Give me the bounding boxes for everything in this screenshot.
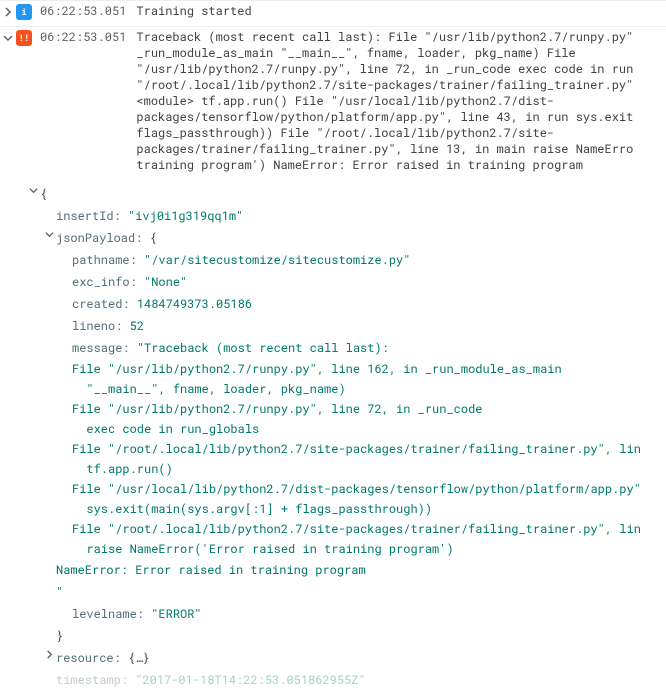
json-value: {…} [128, 648, 150, 668]
json-key: message: [72, 338, 130, 358]
json-value: 1484749373.05186 [137, 294, 252, 314]
collapse-toggle[interactable] [26, 186, 40, 195]
open-brace: { [40, 184, 47, 204]
expand-toggle[interactable] [0, 4, 16, 20]
open-brace: { [150, 228, 157, 248]
traceback-endquote: " [56, 582, 63, 602]
log-entry[interactable]: !! 06:22:53.051 Traceback (most recent c… [0, 26, 666, 179]
json-key: resource: [56, 648, 121, 668]
timestamp: 06:22:53.051 [40, 29, 136, 45]
collapse-toggle[interactable] [0, 30, 16, 46]
severity-badge-info: i [16, 4, 32, 20]
collapse-toggle[interactable] [42, 230, 56, 239]
traceback-line: File "/usr/lib/python2.7/runpy.py", line… [72, 359, 666, 379]
traceback-line: sys.exit(main(sys.argv[:1] + flags_passt… [72, 499, 666, 519]
traceback-line: File "/usr/local/lib/python2.7/dist-pack… [72, 479, 666, 499]
json-key: created: [72, 294, 130, 314]
json-key: jsonPayload: [56, 228, 142, 248]
json-key: lineno: [72, 316, 122, 336]
field-created[interactable]: created: 1484749373.05186 [72, 293, 666, 315]
field-insertid[interactable]: insertId: "ivj0i1g319qq1m" [56, 205, 666, 227]
json-key: exc_info: [72, 272, 137, 292]
close-brace: } [56, 626, 63, 646]
log-message: Traceback (most recent call last): File … [136, 29, 666, 173]
traceback-block: File "/usr/lib/python2.7/runpy.py", line… [72, 359, 666, 603]
log-entry[interactable]: i 06:22:53.051 Training started [0, 0, 666, 26]
field-jsonpayload[interactable]: jsonPayload: { [56, 227, 666, 249]
field-resource[interactable]: resource: {…} [56, 647, 666, 669]
field-pathname[interactable]: pathname: "/var/sitecustomize/sitecustom… [72, 249, 666, 271]
traceback-line: raise NameError('Error raised in trainin… [72, 539, 666, 559]
traceback-line: tf.app.run() [72, 459, 666, 479]
expanded-payload: { insertId: "ivj0i1g319qq1m" jsonPayload… [0, 179, 666, 691]
json-value: "2017-01-18T14:22:53.051862955Z" [135, 670, 365, 690]
json-value: "ivj0i1g319qq1m" [128, 206, 243, 226]
severity-letter: i [21, 7, 26, 18]
traceback-line: File "/usr/lib/python2.7/runpy.py", line… [72, 399, 666, 419]
traceback-line: File "/root/.local/lib/python2.7/site-pa… [72, 519, 666, 539]
field-levelname[interactable]: levelname: "ERROR" [72, 603, 666, 625]
json-key: pathname: [72, 250, 137, 270]
traceback-line: "__main__", fname, loader, pkg_name) [72, 379, 666, 399]
json-key: timestamp: [56, 670, 128, 690]
severity-letter: !! [19, 33, 30, 44]
json-key: insertId: [56, 206, 121, 226]
json-value: "ERROR" [151, 604, 201, 624]
field-timestamp[interactable]: timestamp: "2017-01-18T14:22:53.05186295… [56, 669, 666, 691]
field-excinfo[interactable]: exc_info: "None" [72, 271, 666, 293]
field-lineno[interactable]: lineno: 52 [72, 315, 666, 337]
traceback-line: File "/root/.local/lib/python2.7/site-pa… [72, 439, 666, 459]
field-message[interactable]: message: "Traceback (most recent call la… [72, 337, 666, 359]
timestamp: 06:22:53.051 [40, 3, 136, 19]
traceback-tail: NameError: Error raised in training prog… [56, 560, 366, 580]
json-value: "Traceback (most recent call last): [137, 338, 389, 358]
json-value: "/var/sitecustomize/sitecustomize.py" [144, 250, 410, 270]
json-value: 52 [130, 316, 144, 336]
json-value: "None" [144, 272, 187, 292]
severity-badge-error: !! [16, 30, 32, 46]
expand-toggle[interactable] [42, 650, 56, 659]
json-key: levelname: [72, 604, 144, 624]
log-message: Training started [136, 3, 666, 19]
traceback-line: exec code in run_globals [72, 419, 666, 439]
